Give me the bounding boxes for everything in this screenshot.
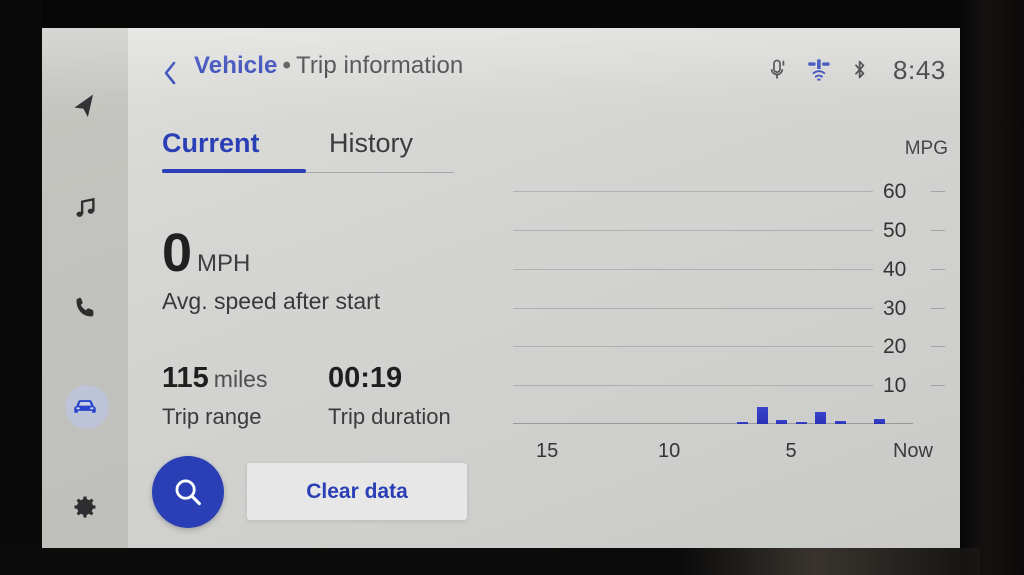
gear-icon	[74, 496, 96, 518]
clock: 8:43	[892, 54, 946, 85]
trip-range-unit: miles	[213, 366, 268, 392]
chart-baseline	[513, 423, 913, 424]
trip-range-label: Trip range	[162, 404, 262, 429]
chart-gridline	[513, 191, 873, 193]
trip-duration-label: Trip duration	[328, 404, 451, 429]
chart-y-tick-label: 30	[883, 296, 907, 320]
chart-tick-stub	[931, 268, 945, 270]
chart-y-tick-label: 60	[883, 180, 907, 204]
search-icon	[175, 479, 201, 506]
trip-range-value: 115	[162, 362, 209, 394]
main-content: Vehicle • Trip information 8:43 Current …	[128, 28, 960, 548]
infotainment-screenshot: Vehicle • Trip information 8:43 Current …	[0, 0, 1024, 575]
chart-tick-stub	[931, 385, 945, 387]
status-bar: 8:43	[767, 52, 946, 88]
chart-gridline	[513, 346, 873, 348]
chart-y-tick-label: 40	[883, 257, 907, 281]
bezel-top	[0, 0, 1024, 28]
clear-data-button[interactable]: Clear data	[247, 463, 467, 520]
tab-current[interactable]: Current	[162, 128, 260, 159]
sidebar-item-phone[interactable]	[42, 276, 128, 338]
chart-gridline	[513, 268, 873, 270]
chevron-left-icon	[164, 61, 176, 85]
chart-x-tick-label: 15	[536, 440, 559, 462]
avg-speed-value: 0	[162, 223, 193, 283]
mpg-chart: MPG 10 20 30 40 50 60 15 10 5 Now	[468, 138, 948, 468]
chart-x-tick-label: 5	[785, 440, 797, 462]
chart-y-tick-label: 50	[883, 219, 907, 243]
tab-active-underline	[162, 169, 306, 173]
chart-tick-stub	[931, 191, 945, 193]
bezel-reflection	[680, 548, 980, 575]
sidebar	[42, 28, 128, 548]
navigation-arrow-icon	[74, 94, 94, 118]
avg-speed-stat: 0 MPH Avg. speed after start	[162, 226, 380, 315]
breadcrumb-current: Trip information	[295, 52, 464, 79]
bezel-left	[0, 0, 42, 575]
chart-y-axis-title: MPG	[904, 138, 948, 159]
chart-bar	[756, 406, 768, 424]
phone-icon	[76, 297, 93, 316]
breadcrumb-parent[interactable]: Vehicle	[194, 52, 277, 79]
sidebar-item-settings[interactable]	[42, 476, 128, 538]
header: Vehicle • Trip information 8:43	[128, 44, 960, 92]
sidebar-item-navigation[interactable]	[42, 76, 128, 138]
chart-gridline	[513, 230, 873, 232]
search-button[interactable]	[152, 456, 224, 528]
breadcrumb: Vehicle • Trip information	[194, 52, 463, 80]
bluetooth-icon	[855, 60, 865, 79]
trip-duration-value: 00:19	[328, 362, 403, 394]
sidebar-item-media[interactable]	[42, 176, 128, 238]
trip-range-stat: 115 miles Trip range	[162, 362, 267, 430]
chart-bar	[776, 419, 788, 424]
chart-tick-stub	[931, 346, 945, 348]
chart-plot-area: 10 20 30 40 50 60 15 10 5 Now	[513, 172, 945, 462]
avg-speed-unit: MPH	[197, 250, 251, 277]
mic-muted-icon	[770, 59, 785, 79]
chart-bar	[737, 422, 749, 424]
tab-bar: Current History	[162, 128, 454, 186]
chart-bar	[795, 422, 807, 424]
breadcrumb-separator: •	[282, 52, 291, 79]
bezel-right	[960, 0, 1024, 575]
chart-bar	[815, 412, 827, 424]
chart-x-tick-label: 10	[657, 440, 681, 462]
gps-satellite-icon	[808, 59, 830, 81]
chart-y-tick-label: 10	[883, 374, 907, 398]
chart-bar	[873, 419, 885, 424]
avg-speed-label: Avg. speed after start	[162, 288, 381, 314]
music-note-icon	[76, 197, 95, 217]
trip-duration-stat: 00:19 Trip duration	[328, 362, 451, 430]
chart-y-tick-label: 20	[883, 335, 907, 359]
chart-bar	[834, 420, 846, 424]
clear-data-label: Clear data	[306, 479, 408, 503]
chart-gridline	[513, 385, 873, 387]
back-button[interactable]	[162, 60, 178, 91]
chart-x-tick-label: Now	[892, 440, 934, 462]
tab-history[interactable]: History	[329, 128, 413, 159]
car-icon	[74, 400, 96, 413]
sidebar-item-vehicle[interactable]	[42, 376, 128, 438]
chart-tick-stub	[931, 230, 945, 232]
chart-tick-stub	[931, 307, 945, 309]
chart-gridline	[513, 307, 873, 309]
